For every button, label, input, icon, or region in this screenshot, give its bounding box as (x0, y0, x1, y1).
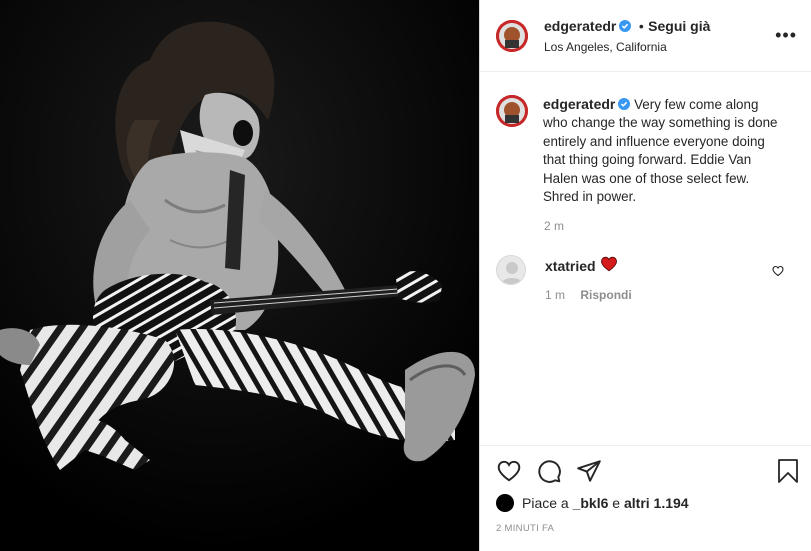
post-actions: Piace a _bkl6 e altri 1.194 2 MINUTI FA (480, 445, 811, 551)
caption-text: Very few come along who change the way s… (543, 97, 778, 205)
caption-time[interactable]: 2 m (544, 219, 564, 233)
comment-time[interactable]: 1 m (545, 288, 565, 302)
default-avatar-icon (501, 262, 523, 284)
comment-like-heart-icon[interactable] (772, 264, 784, 282)
author-avatar[interactable] (496, 20, 528, 52)
reply-button[interactable]: Rispondi (580, 288, 631, 302)
caption-avatar-image (496, 95, 528, 127)
comment-bubble-icon[interactable] (536, 458, 562, 489)
post-timestamp[interactable]: 2 MINUTI FA (496, 523, 554, 534)
post-header: edgeratedr • Segui già Los Angeles, Cali… (480, 0, 811, 72)
likes-count[interactable]: altri 1.194 (624, 495, 689, 511)
like-heart-icon[interactable] (496, 458, 522, 489)
author-avatar-image (496, 20, 528, 52)
post-side-panel: edgeratedr • Segui già Los Angeles, Cali… (479, 0, 811, 551)
follow-separator: • (638, 18, 644, 34)
comment-meta: 1 m Rispondi (545, 288, 640, 302)
likes-conjunction: e (612, 495, 621, 511)
caption-avatar[interactable] (496, 95, 528, 127)
caption-username[interactable]: edgeratedr (543, 96, 615, 112)
follow-status-button[interactable]: Segui già (648, 18, 710, 34)
commenter-avatar[interactable] (496, 255, 526, 285)
share-paper-plane-icon[interactable] (576, 458, 602, 489)
likes-summary: Piace a _bkl6 e altri 1.194 (496, 494, 689, 512)
liker-username[interactable]: _bkl6 (573, 495, 609, 511)
more-options-icon[interactable]: ••• (775, 26, 797, 44)
post-photo[interactable] (0, 0, 479, 551)
author-username[interactable]: edgeratedr (544, 18, 616, 34)
save-bookmark-icon[interactable] (776, 458, 800, 489)
verified-badge-icon (618, 97, 631, 110)
post-location[interactable]: Los Angeles, California (544, 40, 667, 54)
red-heart-emoji-icon (600, 255, 618, 278)
liker-avatar[interactable] (496, 494, 514, 512)
guitarist-jumping-image (0, 0, 479, 551)
likes-prefix: Piace a (522, 495, 569, 511)
verified-badge-icon (619, 19, 632, 32)
commenter-username[interactable]: xtatried (545, 258, 596, 274)
instagram-post-window: edgeratedr • Segui già Los Angeles, Cali… (0, 0, 811, 551)
caption-body: edgeratedr Very few come along who chang… (543, 95, 783, 206)
